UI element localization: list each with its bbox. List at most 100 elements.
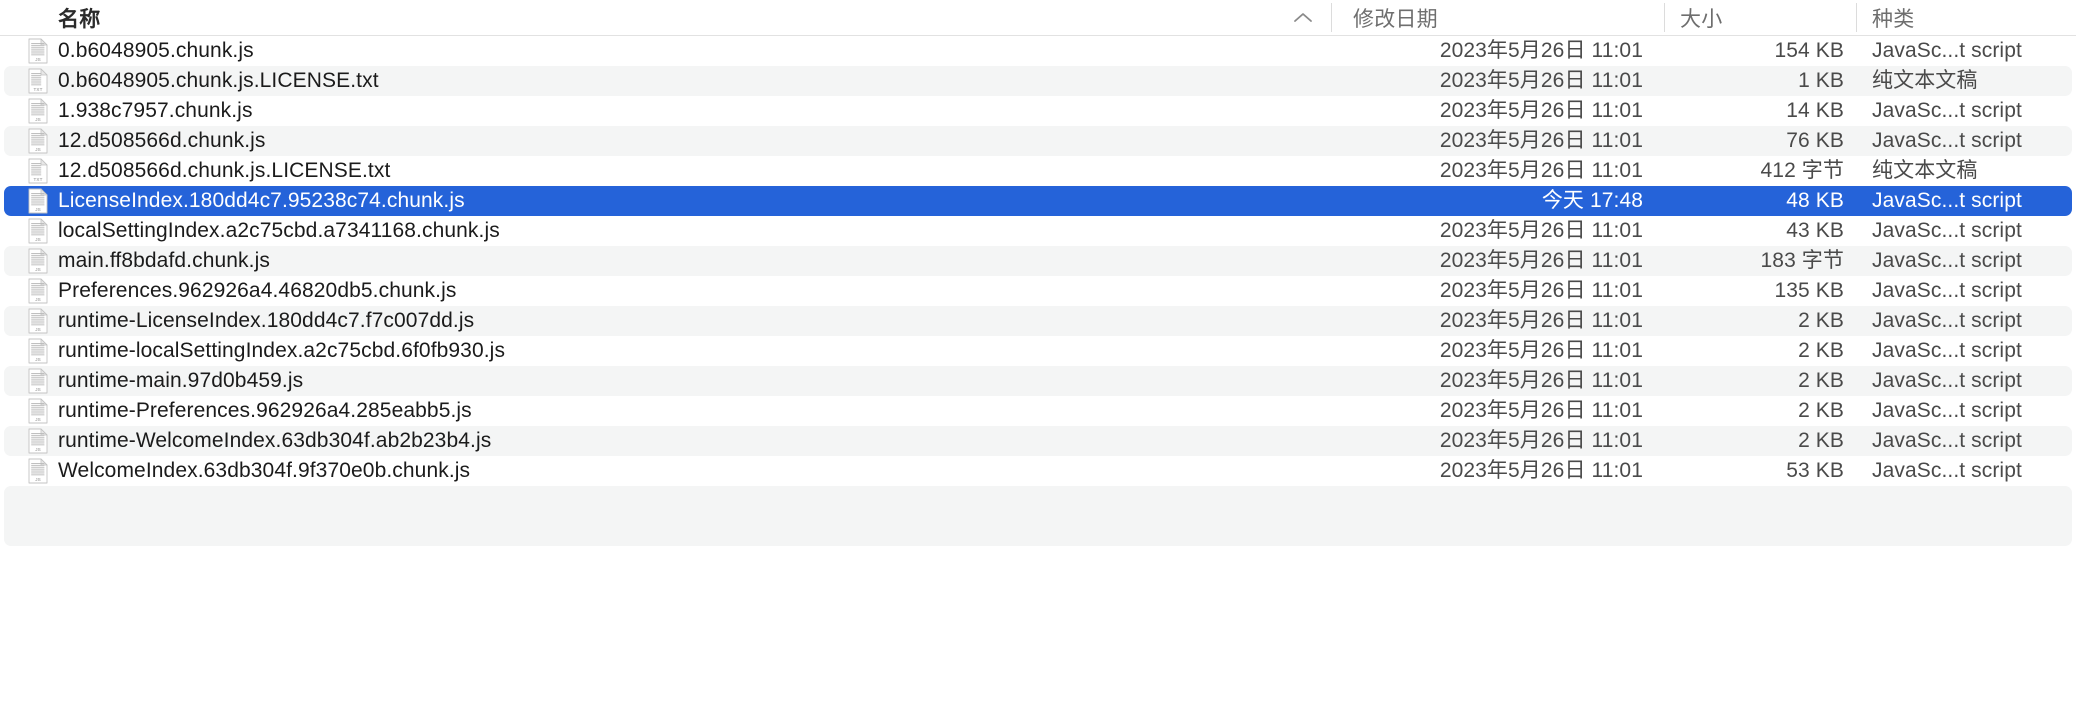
- table-row[interactable]: JS LicenseIndex.180dd4c7.95238c74.chunk.j…: [0, 186, 2076, 216]
- table-row[interactable]: JS runtime-localSettingIndex.a2c75cbd.6f0…: [0, 336, 2076, 366]
- cell-date-modified: 2023年5月26日 11:01: [1439, 249, 1643, 272]
- cell-file-name[interactable]: JS localSettingIndex.a2c75cbd.a7341168.ch…: [28, 216, 500, 246]
- svg-text:JS: JS: [35, 57, 41, 62]
- cell-file-name[interactable]: JS LicenseIndex.180dd4c7.95238c74.chunk.j…: [28, 186, 465, 216]
- cell-file-kind: JavaSc...t script: [1872, 219, 2022, 242]
- table-row[interactable]: JS runtime-WelcomeIndex.63db304f.ab2b23b4…: [0, 426, 2076, 456]
- svg-text:JS: JS: [35, 297, 41, 302]
- svg-text:JS: JS: [35, 117, 41, 122]
- cell-file-kind: JavaSc...t script: [1872, 279, 2022, 302]
- table-row[interactable]: JS Preferences.962926a4.46820db5.chunk.js…: [0, 276, 2076, 306]
- cell-file-kind: JavaSc...t script: [1872, 189, 2022, 212]
- empty-list-area[interactable]: [0, 486, 2076, 546]
- cell-file-size: 2 KB: [1798, 369, 1844, 392]
- table-row[interactable]: JS runtime-Preferences.962926a4.285eabb5.…: [0, 396, 2076, 426]
- file-name-label: runtime-localSettingIndex.a2c75cbd.6f0fb…: [58, 339, 506, 362]
- cell-file-name[interactable]: JS runtime-main.97d0b459.js: [28, 366, 303, 396]
- cell-file-kind: JavaSc...t script: [1872, 39, 2022, 62]
- cell-date-modified: 今天 17:48: [1541, 189, 1643, 212]
- cell-file-size: 154 KB: [1774, 39, 1844, 62]
- column-header-name[interactable]: 名称: [58, 0, 100, 35]
- js-file-icon: JS: [28, 38, 48, 64]
- cell-date-modified: 2023年5月26日 11:01: [1439, 399, 1643, 422]
- cell-file-size: 2 KB: [1798, 339, 1844, 362]
- cell-file-kind: JavaSc...t script: [1872, 399, 2022, 422]
- js-file-icon: JS: [28, 368, 48, 394]
- column-divider-size-kind[interactable]: [1856, 3, 1857, 32]
- file-name-label: main.ff8bdafd.chunk.js: [58, 249, 270, 272]
- table-row[interactable]: JS runtime-main.97d0b459.js 2023年5月26日 11:…: [0, 366, 2076, 396]
- table-row[interactable]: JS localSettingIndex.a2c75cbd.a7341168.ch…: [0, 216, 2076, 246]
- cell-date-modified: 2023年5月26日 11:01: [1439, 309, 1643, 332]
- table-row[interactable]: JS 1.938c7957.chunk.js 2023年5月26日 11:01 14 …: [0, 96, 2076, 126]
- table-row[interactable]: JS main.ff8bdafd.chunk.js 2023年5月26日 11:01…: [0, 246, 2076, 276]
- cell-file-name[interactable]: JS WelcomeIndex.63db304f.9f370e0b.chunk.j…: [28, 456, 470, 486]
- cell-file-size: 43 KB: [1786, 219, 1844, 242]
- table-row[interactable]: TXT 0.b6048905.chunk.js.LICENSE.txt 2023年5…: [0, 66, 2076, 96]
- file-name-label: 0.b6048905.chunk.js: [58, 39, 254, 62]
- cell-file-kind: 纯文本文稿: [1872, 159, 1978, 182]
- cell-file-name[interactable]: JS runtime-LicenseIndex.180dd4c7.f7c007dd…: [28, 306, 474, 336]
- cell-file-name[interactable]: TXT 12.d508566d.chunk.js.LICENSE.txt: [28, 156, 390, 186]
- column-divider-name-date[interactable]: [1331, 3, 1332, 32]
- svg-text:TXT: TXT: [34, 87, 43, 92]
- js-file-icon: JS: [28, 218, 48, 244]
- finder-file-list-window: 名称 修改日期 大小 种类 JS 0.b6048905.chunk.js 2023年…: [0, 0, 2076, 716]
- cell-file-name[interactable]: JS 1.938c7957.chunk.js: [28, 96, 253, 126]
- svg-text:JS: JS: [35, 267, 41, 272]
- cell-date-modified: 2023年5月26日 11:01: [1439, 459, 1643, 482]
- cell-file-name[interactable]: JS runtime-WelcomeIndex.63db304f.ab2b23b4…: [28, 426, 491, 456]
- cell-file-name[interactable]: JS runtime-localSettingIndex.a2c75cbd.6f0…: [28, 336, 505, 366]
- sort-ascending-icon[interactable]: [1292, 0, 1314, 35]
- cell-file-size: 53 KB: [1786, 459, 1844, 482]
- cell-file-kind: JavaSc...t script: [1872, 99, 2022, 122]
- js-file-icon: JS: [28, 188, 48, 214]
- svg-text:JS: JS: [35, 387, 41, 392]
- file-name-label: 12.d508566d.chunk.js: [58, 129, 266, 152]
- cell-file-size: 76 KB: [1786, 129, 1844, 152]
- cell-file-size: 14 KB: [1786, 99, 1844, 122]
- table-row[interactable]: JS runtime-LicenseIndex.180dd4c7.f7c007dd…: [0, 306, 2076, 336]
- svg-text:JS: JS: [35, 327, 41, 332]
- cell-file-size: 135 KB: [1774, 279, 1844, 302]
- cell-date-modified: 2023年5月26日 11:01: [1439, 39, 1643, 62]
- empty-stripe: [4, 486, 2072, 546]
- table-row[interactable]: JS WelcomeIndex.63db304f.9f370e0b.chunk.j…: [0, 456, 2076, 486]
- svg-text:TXT: TXT: [34, 177, 43, 182]
- js-file-icon: JS: [28, 398, 48, 424]
- cell-file-name[interactable]: JS 12.d508566d.chunk.js: [28, 126, 266, 156]
- cell-file-name[interactable]: JS main.ff8bdafd.chunk.js: [28, 246, 270, 276]
- cell-file-size: 1 KB: [1798, 69, 1844, 92]
- cell-date-modified: 2023年5月26日 11:01: [1439, 429, 1643, 452]
- table-row[interactable]: JS 12.d508566d.chunk.js 2023年5月26日 11:01 76…: [0, 126, 2076, 156]
- svg-text:JS: JS: [35, 417, 41, 422]
- svg-text:JS: JS: [35, 447, 41, 452]
- cell-file-name[interactable]: JS 0.b6048905.chunk.js: [28, 36, 254, 66]
- cell-file-kind: 纯文本文稿: [1872, 69, 1978, 92]
- js-file-icon: JS: [28, 338, 48, 364]
- js-file-icon: JS: [28, 98, 48, 124]
- svg-text:JS: JS: [35, 207, 41, 212]
- cell-date-modified: 2023年5月26日 11:01: [1439, 339, 1643, 362]
- txt-file-icon: TXT: [28, 158, 48, 184]
- table-row[interactable]: JS 0.b6048905.chunk.js 2023年5月26日 11:01 154…: [0, 36, 2076, 66]
- column-header-bar: 名称 修改日期 大小 种类: [0, 0, 2076, 36]
- column-header-kind[interactable]: 种类: [1872, 0, 1914, 35]
- column-header-size[interactable]: 大小: [1680, 0, 1722, 35]
- cell-file-name[interactable]: TXT 0.b6048905.chunk.js.LICENSE.txt: [28, 66, 379, 96]
- cell-date-modified: 2023年5月26日 11:01: [1439, 279, 1643, 302]
- cell-date-modified: 2023年5月26日 11:01: [1439, 69, 1643, 92]
- file-name-label: 12.d508566d.chunk.js.LICENSE.txt: [58, 159, 391, 182]
- cell-file-name[interactable]: JS Preferences.962926a4.46820db5.chunk.js: [28, 276, 456, 306]
- cell-file-size: 412 字节: [1760, 159, 1844, 182]
- file-name-label: 1.938c7957.chunk.js: [58, 99, 253, 122]
- file-list: JS 0.b6048905.chunk.js 2023年5月26日 11:01 154…: [0, 36, 2076, 486]
- cell-file-name[interactable]: JS runtime-Preferences.962926a4.285eabb5.…: [28, 396, 472, 426]
- file-name-label: runtime-LicenseIndex.180dd4c7.f7c007dd.j…: [58, 309, 475, 332]
- column-divider-date-size[interactable]: [1664, 3, 1665, 32]
- cell-file-kind: JavaSc...t script: [1872, 309, 2022, 332]
- cell-date-modified: 2023年5月26日 11:01: [1439, 159, 1643, 182]
- cell-file-size: 2 KB: [1798, 429, 1844, 452]
- column-header-date-modified[interactable]: 修改日期: [1353, 0, 1438, 35]
- table-row[interactable]: TXT 12.d508566d.chunk.js.LICENSE.txt 2023年…: [0, 156, 2076, 186]
